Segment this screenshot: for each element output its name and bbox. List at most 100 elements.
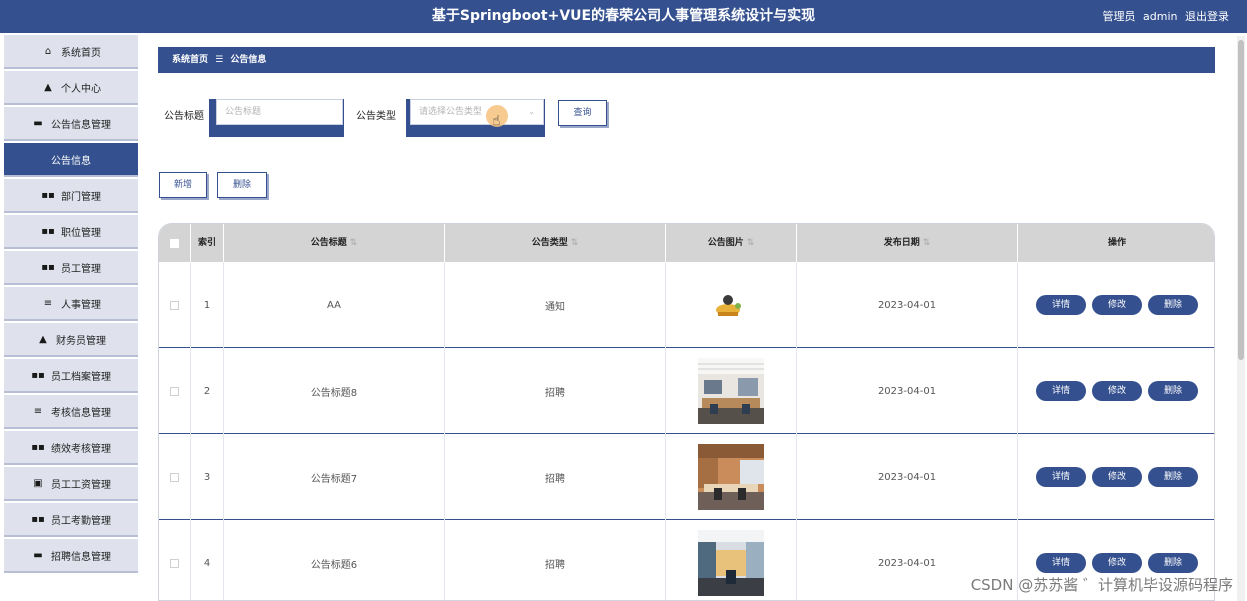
breadcrumb-home[interactable]: 系统首页: [172, 55, 208, 65]
column-header-title[interactable]: 公告标题 ⇅: [224, 224, 445, 262]
column-header-actions: 操作: [1107, 238, 1126, 248]
row-checkbox[interactable]: [170, 300, 179, 310]
detail-button[interactable]: 详情: [1036, 381, 1086, 401]
sidebar-item-assessment[interactable]: ≡ 考核信息管理: [4, 395, 138, 429]
sidebar-item-hr[interactable]: ≡ 人事管理: [4, 287, 138, 321]
sidebar-item-label: 员工工资管理: [51, 479, 111, 491]
chevron-down-icon: ⌄: [528, 107, 535, 116]
select-all-checkbox[interactable]: [170, 238, 179, 248]
sidebar-item-label: 个人中心: [61, 83, 101, 95]
list-icon: ≡: [33, 405, 43, 417]
row-index: 1: [191, 262, 224, 348]
row-type: 通知: [445, 262, 666, 348]
breadcrumb-separator-icon: ☰: [215, 55, 224, 65]
sidebar-item-home[interactable]: ⌂ 系统首页: [4, 35, 138, 69]
edit-button[interactable]: 修改: [1092, 553, 1142, 573]
row-type: 招聘: [445, 434, 666, 520]
column-header-label: 公告图片: [707, 238, 744, 248]
row-title: 公告标题7: [224, 434, 445, 520]
sort-icon: ⇅: [746, 238, 755, 248]
sidebar-item-department[interactable]: ▪▪ 部门管理: [4, 179, 138, 213]
sidebar-item-notice-management[interactable]: ▬ 公告信息管理: [4, 107, 138, 141]
sidebar-item-profile[interactable]: ▲ 个人中心: [4, 71, 138, 105]
row-delete-button[interactable]: 删除: [1148, 553, 1198, 573]
type-select[interactable]: 请选择公告类型 ⌄: [410, 99, 544, 125]
row-title: AA: [224, 262, 445, 348]
sidebar-item-performance[interactable]: ▪▪ 绩效考核管理: [4, 431, 138, 465]
column-header-type[interactable]: 公告类型 ⇅: [445, 224, 666, 262]
sidebar-item-label: 招聘信息管理: [51, 551, 111, 563]
add-button[interactable]: 新增: [159, 172, 207, 198]
scrollbar-thumb[interactable]: [1238, 40, 1244, 360]
detail-button[interactable]: 详情: [1036, 295, 1086, 315]
row-image-cell: [666, 434, 797, 520]
sidebar-item-label: 公告信息: [51, 155, 91, 167]
sidebar-item-finance[interactable]: ▲ 财务员管理: [4, 323, 138, 357]
row-checkbox-cell: [159, 434, 191, 520]
row-checkbox[interactable]: [170, 472, 179, 482]
row-index: 2: [191, 348, 224, 434]
row-checkbox[interactable]: [170, 558, 179, 568]
column-header-date[interactable]: 发布日期 ⇅: [797, 224, 1018, 262]
row-delete-button[interactable]: 删除: [1148, 467, 1198, 487]
user-icon: ▲: [39, 333, 47, 345]
notice-image: [698, 444, 764, 510]
edit-button[interactable]: 修改: [1092, 467, 1142, 487]
type-select-placeholder: 请选择公告类型: [419, 107, 483, 117]
sidebar-item-notice[interactable]: 公告信息: [4, 143, 138, 177]
column-header-image[interactable]: 公告图片 ⇅: [666, 224, 797, 262]
sidebar-item-label: 系统首页: [61, 47, 101, 59]
row-checkbox[interactable]: [170, 386, 179, 396]
user-area: 管理员 admin 退出登录: [1099, 0, 1229, 33]
row-actions: 详情 修改 删除: [1018, 262, 1214, 348]
row-actions: 详情 修改 删除: [1018, 348, 1214, 434]
sidebar-item-label: 考核信息管理: [51, 407, 111, 419]
sidebar-item-recruit[interactable]: ▬ 招聘信息管理: [4, 539, 138, 573]
grid-icon: ▪▪: [41, 189, 55, 201]
table-header: 索引 公告标题 ⇅ 公告类型 ⇅ 公告图片 ⇅ 发布日期 ⇅ 操作: [159, 224, 1214, 262]
row-actions: 详情 修改 删除: [1018, 434, 1214, 520]
row-delete-button[interactable]: 删除: [1148, 295, 1198, 315]
list-icon: ≡: [43, 297, 53, 309]
user-icon: ▲: [44, 81, 52, 93]
table-row: 1 AA 通知 2023-04-01 详情 修改 删除: [159, 262, 1214, 348]
vertical-scrollbar[interactable]: [1237, 36, 1245, 601]
detail-button[interactable]: 详情: [1036, 553, 1086, 573]
row-type: 招聘: [445, 520, 666, 600]
sidebar-item-employee[interactable]: ▪▪ 员工管理: [4, 251, 138, 285]
row-checkbox-cell: [159, 262, 191, 348]
row-checkbox-cell: [159, 348, 191, 434]
delete-button[interactable]: 删除: [217, 172, 267, 198]
user-role: 管理员: [1102, 10, 1136, 23]
notice-image: [698, 272, 764, 338]
edit-button[interactable]: 修改: [1092, 381, 1142, 401]
title-search-label: 公告标题: [164, 111, 204, 122]
detail-button[interactable]: 详情: [1036, 467, 1086, 487]
monitor-icon: ▬: [33, 117, 43, 129]
title-search-input[interactable]: 公告标题: [216, 99, 343, 125]
sidebar-item-salary[interactable]: ▣ 员工工资管理: [4, 467, 138, 501]
sidebar-item-label: 部门管理: [61, 191, 101, 203]
sidebar-item-archive[interactable]: ▪▪ 员工档案管理: [4, 359, 138, 393]
row-image-cell: [666, 262, 797, 348]
row-date: 2023-04-01: [797, 434, 1018, 520]
notice-table: 索引 公告标题 ⇅ 公告类型 ⇅ 公告图片 ⇅ 发布日期 ⇅ 操作 1 AA 通知: [158, 223, 1215, 601]
grid-icon: ▪▪: [31, 441, 45, 453]
query-button[interactable]: 查询: [558, 100, 607, 126]
sidebar-item-label: 职位管理: [61, 227, 101, 239]
sidebar-item-label: 绩效考核管理: [51, 443, 111, 455]
row-date: 2023-04-01: [797, 262, 1018, 348]
row-title: 公告标题8: [224, 348, 445, 434]
sort-icon: ⇅: [922, 238, 931, 248]
sidebar-item-attendance[interactable]: ▪▪ 员工考勤管理: [4, 503, 138, 537]
column-header-label: 公告类型: [531, 238, 568, 248]
sidebar-item-position[interactable]: ▪▪ 职位管理: [4, 215, 138, 249]
edit-button[interactable]: 修改: [1092, 295, 1142, 315]
sort-icon: ⇅: [570, 238, 579, 248]
logout-link[interactable]: 退出登录: [1185, 10, 1229, 23]
grid-icon: ▪▪: [41, 225, 55, 237]
notice-image: [698, 530, 764, 596]
sidebar-item-label: 员工管理: [61, 263, 101, 275]
grid-icon: ▪▪: [31, 369, 45, 381]
row-delete-button[interactable]: 删除: [1148, 381, 1198, 401]
